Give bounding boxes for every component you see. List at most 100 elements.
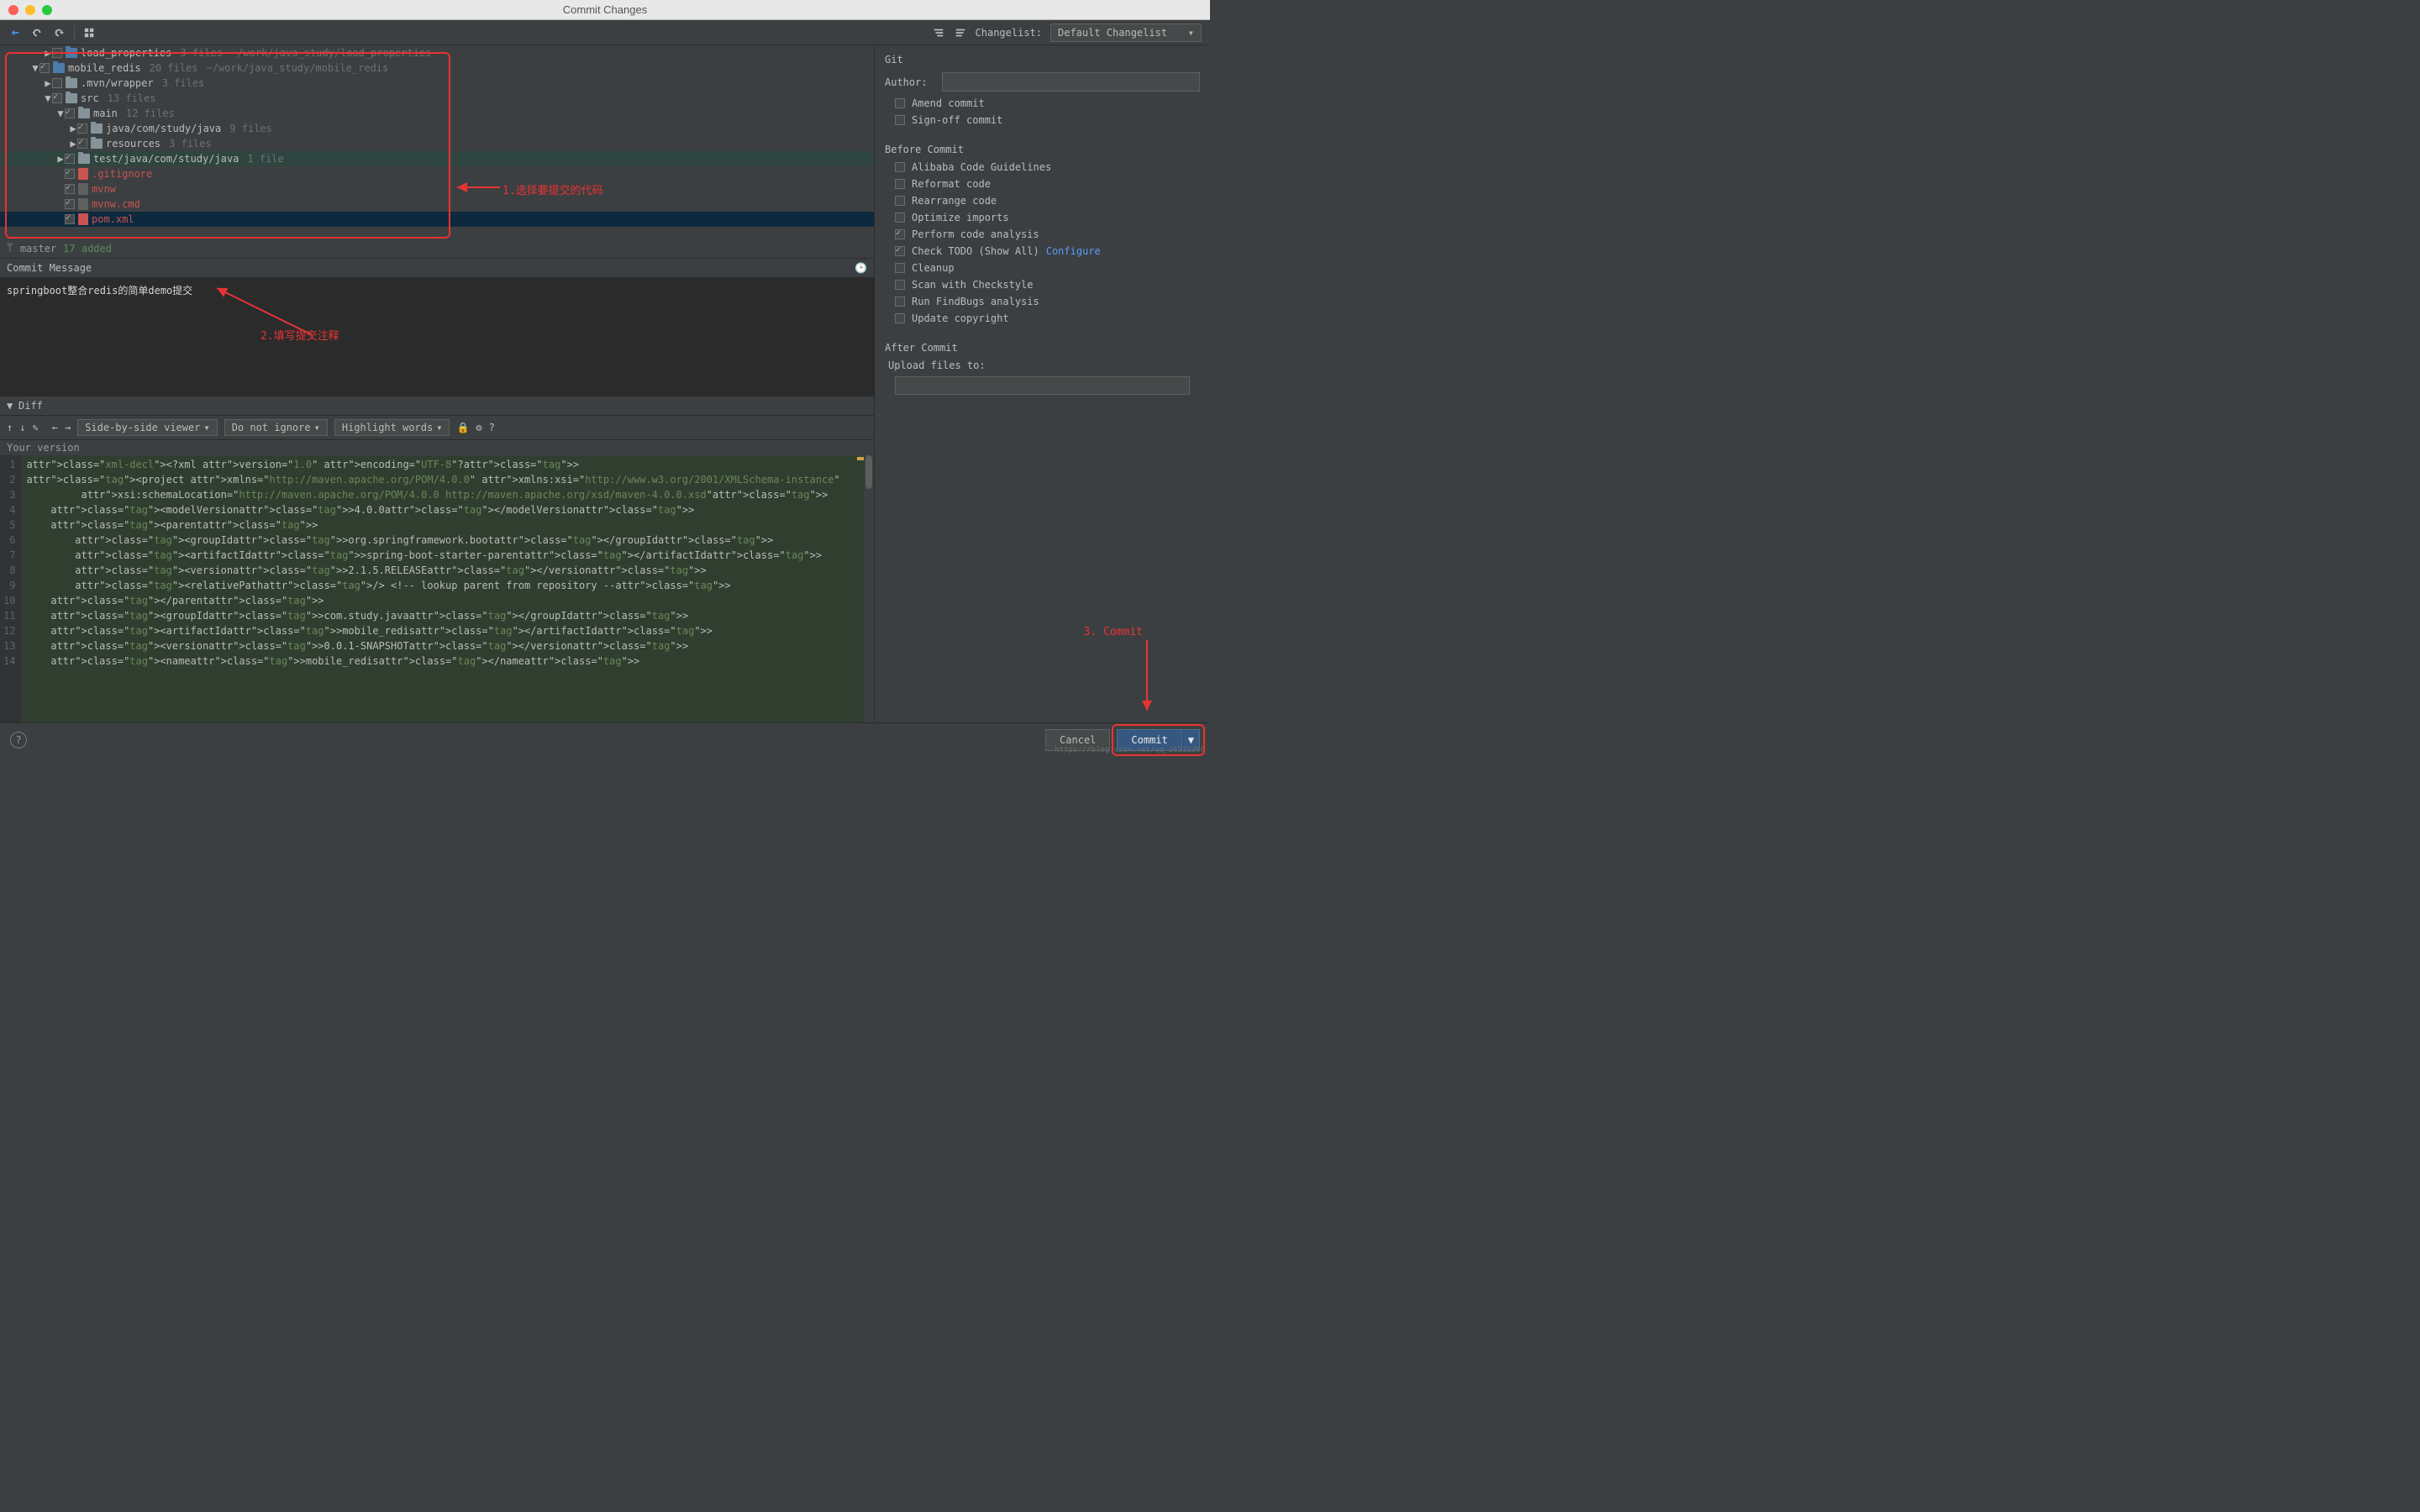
diff-expander[interactable]: ▼	[7, 400, 15, 412]
file-checkbox[interactable]	[65, 199, 75, 209]
tree-row[interactable]: ▶load_properties3 files~/work/java_study…	[0, 45, 874, 60]
refresh-icon[interactable]	[52, 26, 66, 39]
tree-row[interactable]: ▶java/com/study/java9 files	[0, 121, 874, 136]
upload-select[interactable]	[895, 376, 1190, 395]
tree-row[interactable]: ▶.mvn/wrapper3 files	[0, 76, 874, 91]
option-checkbox[interactable]	[895, 246, 905, 256]
option-label: Scan with Checkstyle	[912, 279, 1034, 291]
file-path: ~/work/java_study/load_properties	[231, 47, 431, 59]
commit-message-text: springboot整合redis的简单demo提交	[7, 285, 192, 297]
collapse-all-icon[interactable]	[954, 26, 967, 39]
watermark: https://blog.csdn.net/qq_36522306	[1055, 746, 1205, 754]
tree-row[interactable]: .gitignore	[0, 166, 874, 181]
file-checkbox[interactable]	[65, 108, 75, 118]
expander-icon[interactable]: ▼	[31, 62, 39, 74]
option-checkbox[interactable]	[895, 263, 905, 273]
highlight-select[interactable]: Highlight words▾	[334, 419, 450, 436]
group-icon[interactable]	[83, 26, 97, 39]
signoff-checkbox[interactable]	[895, 115, 905, 125]
file-checkbox[interactable]	[39, 63, 50, 73]
option-checkbox[interactable]	[895, 313, 905, 323]
option-checkbox[interactable]	[895, 280, 905, 290]
option-row: Update copyright	[875, 310, 1210, 327]
code-minimap	[857, 455, 864, 722]
rollback-icon[interactable]	[8, 26, 22, 39]
code-scrollbar[interactable]	[864, 455, 874, 722]
history-icon[interactable]: 🕑	[855, 262, 867, 274]
file-checkbox[interactable]	[77, 139, 87, 149]
gear-icon[interactable]: ⚙	[476, 422, 481, 433]
tree-row[interactable]: ▶resources3 files	[0, 136, 874, 151]
configure-link[interactable]: Configure	[1046, 245, 1101, 257]
option-checkbox[interactable]	[895, 297, 905, 307]
edit-icon[interactable]: ✎	[32, 422, 38, 433]
close-window-button[interactable]	[8, 5, 18, 15]
folder-icon	[78, 154, 90, 164]
before-commit-title: Before Commit	[875, 140, 1210, 159]
file-name: test/java/com/study/java	[93, 153, 239, 165]
ignore-select[interactable]: Do not ignore▾	[224, 419, 328, 436]
expand-all-icon[interactable]	[932, 26, 945, 39]
tree-row[interactable]: ▼mobile_redis20 files~/work/java_study/m…	[0, 60, 874, 76]
expander-icon[interactable]: ▶	[69, 138, 77, 150]
option-row: Perform code analysis	[875, 226, 1210, 243]
commit-message-input[interactable]: springboot整合redis的简单demo提交 2.填写提交注释	[0, 278, 874, 396]
option-row: Run FindBugs analysis	[875, 293, 1210, 310]
file-icon	[78, 213, 88, 225]
minimize-window-button[interactable]	[25, 5, 35, 15]
file-meta: 12 files	[126, 108, 175, 119]
tree-row[interactable]: ▼src13 files	[0, 91, 874, 106]
file-checkbox[interactable]	[65, 214, 75, 224]
folder-icon	[91, 123, 103, 134]
option-label: Update copyright	[912, 312, 1009, 324]
options-panel: Git Author: Amend commit Sign-off commit…	[874, 45, 1210, 722]
expander-icon[interactable]: ▶	[44, 77, 52, 89]
changelist-select[interactable]: Default Changelist ▾	[1050, 24, 1202, 42]
help-icon[interactable]: ?	[489, 422, 495, 433]
tree-row[interactable]: pom.xml	[0, 212, 874, 227]
prev-diff-icon[interactable]: ↑	[7, 422, 13, 433]
tree-row[interactable]: mvnw.cmd	[0, 197, 874, 212]
option-checkbox[interactable]	[895, 179, 905, 189]
amend-checkbox[interactable]	[895, 98, 905, 108]
tree-row[interactable]: mvnw	[0, 181, 874, 197]
file-name: main	[93, 108, 118, 119]
expander-icon[interactable]: ▶	[69, 123, 77, 134]
diff-code-area[interactable]: 1234567891011121314 attr">class="xml-dec…	[0, 455, 874, 722]
expander-icon[interactable]: ▶	[44, 47, 52, 59]
file-meta: 13 files	[108, 92, 156, 104]
file-checkbox[interactable]	[65, 154, 75, 164]
option-checkbox[interactable]	[895, 162, 905, 172]
file-checkbox[interactable]	[52, 48, 62, 58]
diff-header[interactable]: ▼ Diff	[0, 396, 874, 415]
changes-tree[interactable]: ▶load_properties3 files~/work/java_study…	[0, 45, 874, 239]
option-checkbox[interactable]	[895, 213, 905, 223]
module-icon	[53, 63, 65, 73]
file-checkbox[interactable]	[52, 93, 62, 103]
lock-icon[interactable]: 🔒	[456, 422, 469, 433]
expander-icon[interactable]: ▼	[44, 92, 52, 104]
file-checkbox[interactable]	[65, 184, 75, 194]
file-checkbox[interactable]	[52, 78, 62, 88]
option-checkbox[interactable]	[895, 196, 905, 206]
expander-icon[interactable]: ▼	[56, 108, 65, 119]
help-button[interactable]: ?	[10, 732, 27, 748]
tree-row[interactable]: ▼ main 12 files	[0, 106, 874, 121]
changelist-value: Default Changelist	[1058, 27, 1167, 39]
expander-icon[interactable]: ▶	[56, 153, 65, 165]
branch-icon: ᛘ	[7, 242, 13, 255]
viewer-mode-select[interactable]: Side-by-side viewer▾	[77, 419, 218, 436]
tree-row[interactable]: ▶test/java/com/study/java1 file	[0, 151, 874, 166]
file-name: java/com/study/java	[106, 123, 221, 134]
next-diff-icon[interactable]: ↓	[19, 422, 25, 433]
undo-icon[interactable]	[30, 26, 44, 39]
file-path: ~/work/java_study/mobile_redis	[207, 62, 389, 74]
forward-icon[interactable]: →	[65, 422, 71, 433]
option-label: Check TODO (Show All)	[912, 245, 1039, 257]
file-checkbox[interactable]	[77, 123, 87, 134]
maximize-window-button[interactable]	[42, 5, 52, 15]
file-checkbox[interactable]	[65, 169, 75, 179]
option-checkbox[interactable]	[895, 229, 905, 239]
back-icon[interactable]: ←	[52, 422, 58, 433]
author-input[interactable]	[942, 72, 1200, 92]
